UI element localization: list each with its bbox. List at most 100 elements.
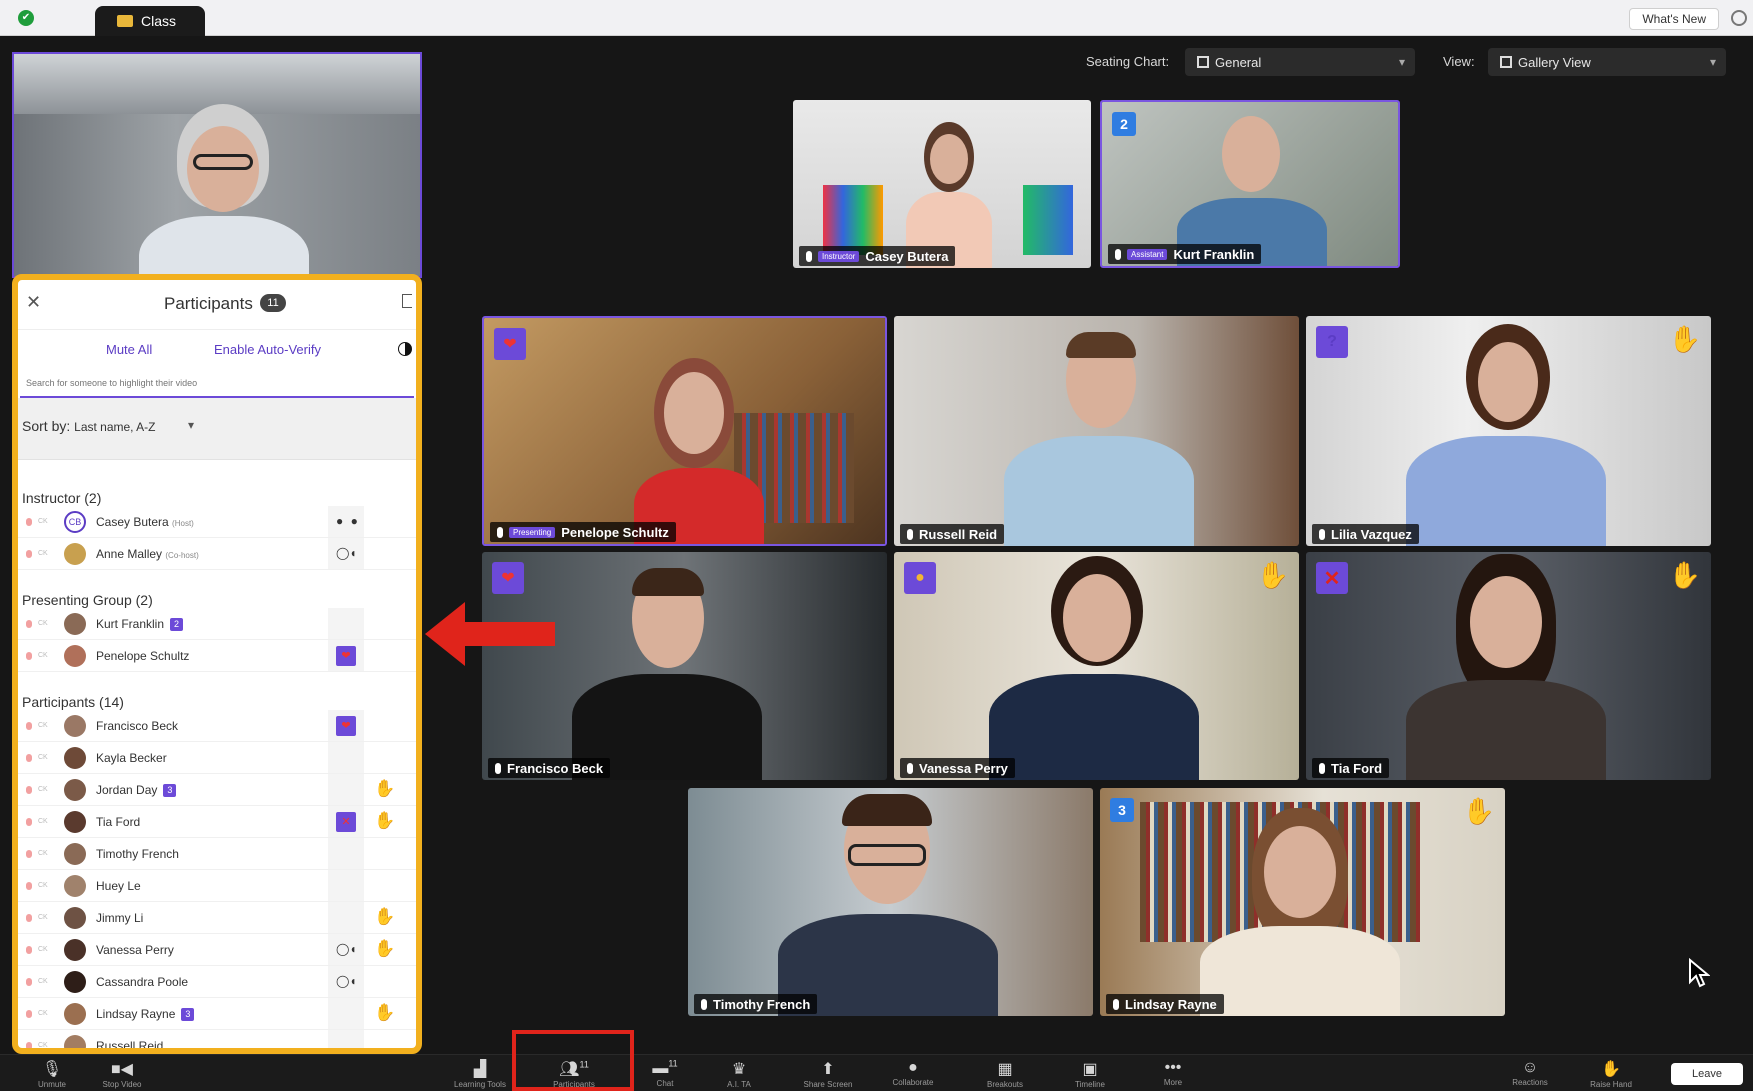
enable-auto-verify-button[interactable]: Enable Auto-Verify <box>214 342 321 357</box>
camera-icon[interactable]: CK <box>38 978 48 985</box>
camera-icon[interactable]: CK <box>38 882 48 889</box>
stage-tile-instructor[interactable]: Instructor Casey Butera <box>793 100 1091 268</box>
mic-icon[interactable] <box>26 754 32 762</box>
participant-row[interactable]: CK Vanessa Perry ◯◖ ✋ <box>18 934 416 966</box>
participant-row[interactable]: CK Kayla Becker <box>18 742 416 774</box>
participant-row[interactable]: CK Huey Le <box>18 870 416 902</box>
camera-icon[interactable]: CK <box>38 818 48 825</box>
participant-row[interactable]: CK CB Casey Butera (Host) ● ● <box>18 506 416 538</box>
camera-icon[interactable]: CK <box>38 850 48 857</box>
presenter-video[interactable] <box>12 52 422 278</box>
participant-row[interactable]: CK Francisco Beck ❤ <box>18 710 416 742</box>
mic-icon[interactable] <box>26 818 32 826</box>
mic-icon[interactable] <box>26 652 32 660</box>
status-column <box>328 1030 364 1048</box>
share-screen-button[interactable]: ⬆ Share Screen <box>790 1059 866 1089</box>
participant-name: Vanessa Perry <box>96 943 174 957</box>
camera-icon[interactable]: CK <box>38 550 48 557</box>
mic-icon[interactable] <box>26 620 32 628</box>
video-tile[interactable]: ● ✋ Vanessa Perry <box>894 552 1299 780</box>
participant-row[interactable]: CK Penelope Schultz ❤ <box>18 640 416 672</box>
close-icon[interactable]: ✕ <box>26 292 41 313</box>
more-options-icon[interactable]: ● ● <box>336 514 360 528</box>
more-button[interactable]: ••• More <box>1148 1059 1198 1087</box>
video-tile[interactable]: ✕ ✋ Tia Ford <box>1306 552 1711 780</box>
participant-row[interactable]: CK Timothy French <box>18 838 416 870</box>
stop-video-button[interactable]: ■◀ Stop Video <box>90 1059 154 1089</box>
mic-icon[interactable] <box>26 1010 32 1018</box>
leave-button[interactable]: Leave <box>1671 1063 1743 1085</box>
camera-icon[interactable]: CK <box>38 652 48 659</box>
mic-icon[interactable] <box>26 946 32 954</box>
tile-name-label: Russell Reid <box>900 524 1005 544</box>
stage-tile-assistant[interactable]: 2 Assistant Kurt Franklin <box>1100 100 1400 268</box>
camera-icon[interactable]: CK <box>38 914 48 921</box>
video-tile[interactable]: ? ✋ Lilia Vazquez <box>1306 316 1711 546</box>
collaborate-button[interactable]: ● Collaborate <box>878 1059 948 1087</box>
avatar <box>64 939 86 961</box>
participant-row[interactable]: CK Anne Malley (Co-host) ◯◖ <box>18 538 416 570</box>
mic-icon[interactable] <box>26 978 32 986</box>
mic-icon[interactable] <box>26 914 32 922</box>
participant-name: Timothy French <box>713 996 811 1012</box>
participant-row[interactable]: CK Kurt Franklin 2 <box>18 608 416 640</box>
sort-control[interactable]: Sort by: Last name, A-Z ▾ <box>18 398 416 460</box>
participant-row[interactable]: CK Russell Reid <box>18 1030 416 1048</box>
status-column <box>328 608 364 639</box>
popout-icon[interactable] <box>402 294 412 308</box>
toolbar-label: More <box>1163 1078 1183 1087</box>
mic-icon[interactable] <box>26 550 32 558</box>
view-value: Gallery View <box>1518 54 1591 70</box>
breakouts-button[interactable]: ▦ Breakouts <box>972 1059 1038 1089</box>
participant-name: Kurt Franklin 2 <box>96 617 184 632</box>
mic-icon[interactable] <box>26 1042 32 1048</box>
camera-icon[interactable]: CK <box>38 786 48 793</box>
contrast-icon[interactable] <box>398 342 412 356</box>
camera-icon[interactable]: CK <box>38 1010 48 1017</box>
settings-icon[interactable] <box>1731 10 1747 26</box>
participant-row[interactable]: CK Jordan Day 3 ✋ <box>18 774 416 806</box>
camera-icon[interactable]: CK <box>38 754 48 761</box>
whats-new-button[interactable]: What's New <box>1629 8 1719 30</box>
timeline-button[interactable]: ▣ Timeline <box>1060 1059 1120 1089</box>
tab-class[interactable]: Class <box>95 6 205 36</box>
mic-icon[interactable] <box>26 722 32 730</box>
raised-hand-icon: ✋ <box>1256 560 1289 590</box>
video-tile[interactable]: Russell Reid <box>894 316 1299 546</box>
participant-row[interactable]: CK Cassandra Poole ◯◖ <box>18 966 416 998</box>
participant-row[interactable]: CK Jimmy Li ✋ <box>18 902 416 934</box>
participant-row[interactable]: CK Tia Ford ✕ ✋ <box>18 806 416 838</box>
video-tile[interactable]: Timothy French <box>688 788 1093 1016</box>
chat-button[interactable]: ▬11 Chat <box>640 1059 690 1088</box>
camera-icon[interactable]: CK <box>38 1042 48 1048</box>
reactions-button[interactable]: ☺ Reactions <box>1500 1059 1560 1087</box>
mic-icon[interactable] <box>26 882 32 890</box>
participant-name: Anne Malley (Co-host) <box>96 547 199 561</box>
camera-icon[interactable]: CK <box>38 946 48 953</box>
mic-icon[interactable] <box>26 786 32 794</box>
mic-icon[interactable] <box>26 518 32 526</box>
seating-chart-label: Seating Chart: <box>1086 54 1170 69</box>
learning-tools-button[interactable]: ▟ Learning Tools <box>440 1059 520 1089</box>
video-tile[interactable]: ❤ Presenting Penelope Schultz <box>482 316 887 546</box>
heart-reaction-icon: ❤ <box>336 716 356 736</box>
video-tile[interactable]: ❤ Francisco Beck <box>482 552 887 780</box>
microphone-icon <box>1113 998 1119 1010</box>
camera-icon[interactable]: CK <box>38 620 48 627</box>
participant-row[interactable]: CK Lindsay Rayne 3 ✋ <box>18 998 416 1030</box>
ai-ta-button[interactable]: ♛ A.I. TA <box>714 1059 764 1089</box>
heart-reaction-icon: ❤ <box>336 646 356 666</box>
mute-all-button[interactable]: Mute All <box>106 342 152 357</box>
unmute-button[interactable]: 🎙︎ Unmute <box>30 1059 74 1089</box>
video-tile[interactable]: 3 ✋ Lindsay Rayne <box>1100 788 1505 1016</box>
group-header: Presenting Group (2) <box>22 592 153 608</box>
raise-hand-button[interactable]: ✋ Raise Hand <box>1576 1059 1646 1089</box>
camera-icon[interactable]: CK <box>38 518 48 525</box>
speaking-icon: ◯◖ <box>336 974 357 988</box>
seating-chart-select[interactable]: General ▾ <box>1185 48 1415 76</box>
view-select[interactable]: Gallery View ▾ <box>1488 48 1726 76</box>
mic-icon[interactable] <box>26 850 32 858</box>
participant-search-input[interactable] <box>20 370 414 396</box>
camera-icon[interactable]: CK <box>38 722 48 729</box>
seating-chart-value: General <box>1215 54 1262 70</box>
